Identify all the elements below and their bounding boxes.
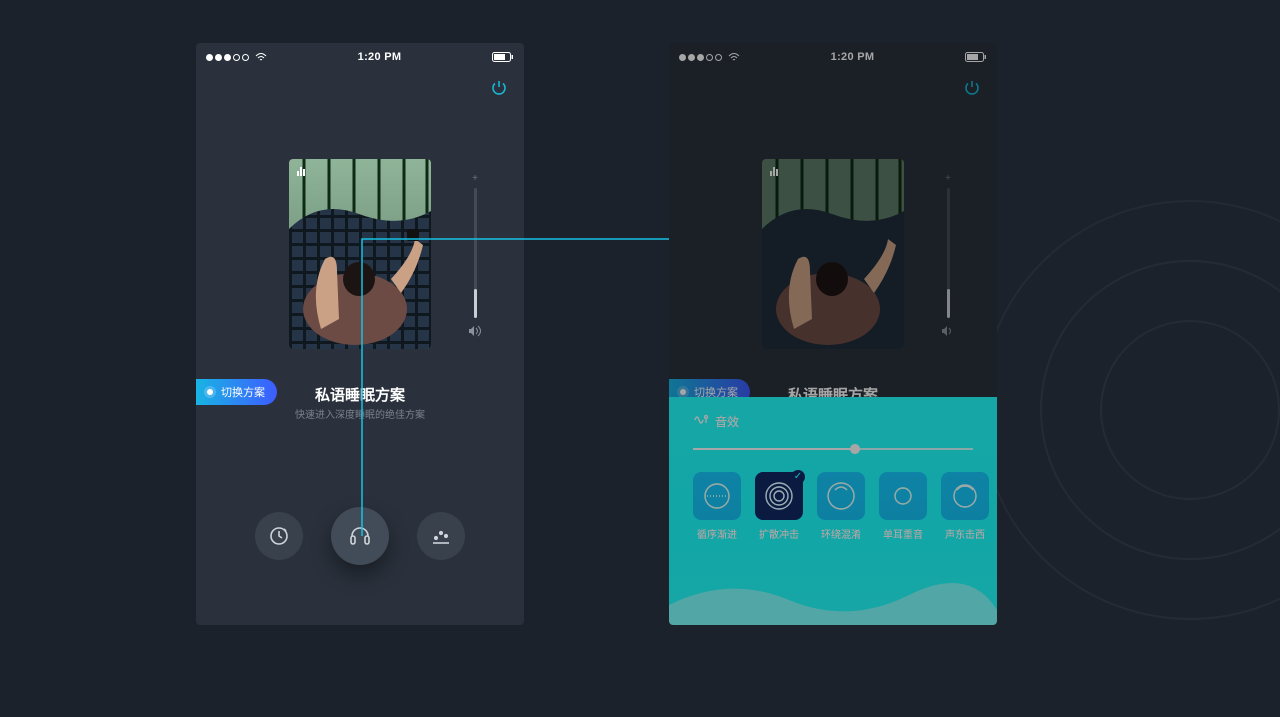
effect-2[interactable]: 环绕混淆 xyxy=(817,472,865,541)
status-bar: 1:20 PM xyxy=(669,43,997,67)
effects-panel-title: 音效 xyxy=(715,413,739,430)
power-button[interactable] xyxy=(961,77,983,99)
plan-subtitle: 快速进入深度睡眠的绝佳方案 xyxy=(196,406,524,421)
volume-plus-icon: + xyxy=(468,173,482,184)
status-bar: 1:20 PM xyxy=(196,43,524,67)
effect-swatch[interactable] xyxy=(755,472,803,520)
signal-icon xyxy=(679,53,740,62)
volume-slider[interactable]: + xyxy=(941,173,955,349)
status-time: 1:20 PM xyxy=(831,51,875,63)
equalizer-icon xyxy=(297,167,305,176)
bulb-icon xyxy=(204,386,216,398)
effects-panel: 音效 循序渐进扩散冲击环绕混淆单耳重音声东击西 xyxy=(669,397,997,625)
power-button[interactable] xyxy=(488,77,510,99)
equalizer-icon xyxy=(770,167,778,176)
battery-icon xyxy=(492,52,514,62)
volume-slider[interactable]: + xyxy=(468,173,482,349)
bottom-controls xyxy=(196,512,524,565)
background-rings xyxy=(980,200,1280,620)
stats-button[interactable] xyxy=(417,512,465,560)
effect-label: 扩散冲击 xyxy=(755,526,803,541)
effect-3[interactable]: 单耳重音 xyxy=(879,472,927,541)
phone-main: 1:20 PM + xyxy=(196,43,524,625)
effect-label: 循序渐进 xyxy=(693,526,741,541)
plan-cover xyxy=(762,159,904,349)
effect-swatch[interactable] xyxy=(941,472,989,520)
battery-icon xyxy=(965,52,987,62)
switch-plan-label: 切换方案 xyxy=(221,384,265,400)
effect-swatch[interactable] xyxy=(879,472,927,520)
speaker-icon xyxy=(941,324,955,341)
effects-slider[interactable] xyxy=(693,448,973,450)
wifi-icon xyxy=(728,53,740,62)
effects-list: 循序渐进扩散冲击环绕混淆单耳重音声东击西 xyxy=(669,450,997,541)
switch-plan-button[interactable]: 切换方案 xyxy=(196,379,277,405)
wifi-icon xyxy=(255,53,267,62)
signal-icon xyxy=(206,53,267,62)
effect-swatch[interactable] xyxy=(693,472,741,520)
sound-wave-icon xyxy=(693,413,709,430)
effect-1[interactable]: 扩散冲击 xyxy=(755,472,803,541)
effect-0[interactable]: 循序渐进 xyxy=(693,472,741,541)
effect-label: 单耳重音 xyxy=(879,526,927,541)
plan-cover xyxy=(289,159,431,349)
timer-button[interactable] xyxy=(255,512,303,560)
status-time: 1:20 PM xyxy=(358,51,402,63)
phone-effects-open: 1:20 PM + 私语睡眠方案 切换方案 xyxy=(669,43,997,625)
effect-label: 声东击西 xyxy=(941,526,989,541)
effect-4[interactable]: 声东击西 xyxy=(941,472,989,541)
effect-swatch[interactable] xyxy=(817,472,865,520)
speaker-icon xyxy=(468,324,482,341)
effects-button[interactable] xyxy=(331,507,389,565)
panel-wave-decor xyxy=(669,565,997,625)
effect-label: 环绕混淆 xyxy=(817,526,865,541)
